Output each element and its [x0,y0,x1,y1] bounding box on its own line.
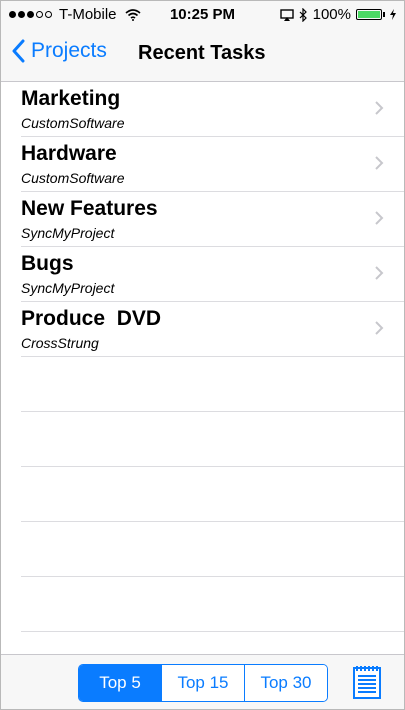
bluetooth-icon [299,7,307,22]
navigation-bar: Projects Recent Tasks [1,29,404,81]
top-n-segmented-control: Top 5 Top 15 Top 30 [78,664,328,702]
chevron-right-icon [375,101,384,115]
empty-row [21,522,404,577]
task-row-produce-dvd[interactable]: Produce DVD CrossStrung [21,302,404,357]
back-label: Projects [31,39,107,62]
status-right: 100% [279,6,396,23]
task-project: SyncMyProject [21,280,115,296]
status-bar: T-Mobile 10:25 PM 100% [1,1,404,29]
battery-icon [356,9,385,20]
task-row-new-features[interactable]: New Features SyncMyProject [21,192,404,247]
chevron-left-icon [12,39,25,63]
task-title: New Features [21,197,158,220]
battery-percent: 100% [312,6,351,23]
empty-row [21,577,404,632]
task-row-marketing[interactable]: Marketing CustomSoftware [21,82,404,137]
task-project: CustomSoftware [21,170,125,186]
empty-row [21,467,404,522]
chevron-right-icon [375,266,384,280]
task-project: SyncMyProject [21,225,115,241]
airplay-icon [279,8,294,21]
task-project: CrossStrung [21,335,99,351]
segment-top-15[interactable]: Top 15 [161,665,244,701]
task-row-bugs[interactable]: Bugs SyncMyProject [21,247,404,302]
task-row-hardware[interactable]: Hardware CustomSoftware [21,137,404,192]
back-button[interactable]: Projects [11,39,107,63]
task-title: Bugs [21,252,74,275]
segment-top-5[interactable]: Top 5 [79,665,161,701]
segment-top-30[interactable]: Top 30 [244,665,327,701]
charging-bolt-icon [390,9,396,20]
phone-screen: T-Mobile 10:25 PM 100% Projects Recent T… [0,0,405,710]
task-project: CustomSoftware [21,115,125,131]
task-list: Marketing CustomSoftware Hardware Custom… [1,82,404,632]
empty-row [21,357,404,412]
task-title: Produce DVD [21,307,162,330]
task-title: Hardware [21,142,117,165]
task-title: Marketing [21,87,121,110]
chevron-right-icon [375,321,384,335]
page-title: Recent Tasks [138,42,266,64]
empty-row [21,412,404,467]
notepad-icon[interactable] [353,665,381,699]
chevron-right-icon [375,156,384,170]
top-bars: T-Mobile 10:25 PM 100% Projects Recent T… [1,1,404,82]
bottom-toolbar: Top 5 Top 15 Top 30 [1,654,404,709]
chevron-right-icon [375,211,384,225]
